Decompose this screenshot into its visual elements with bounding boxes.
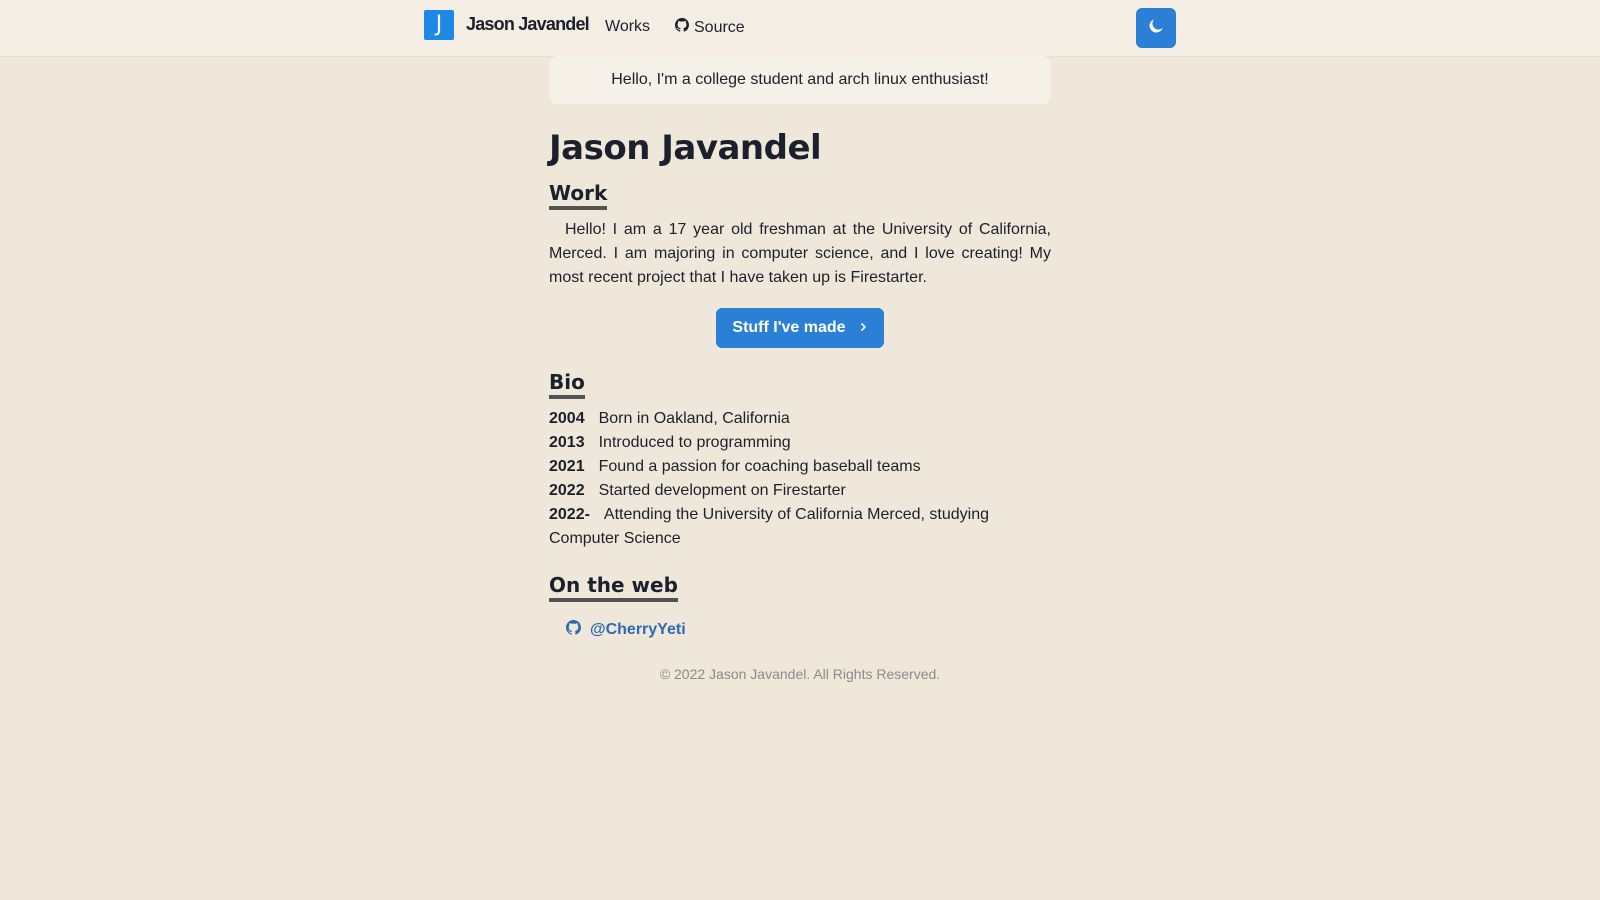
github-icon — [675, 18, 689, 37]
cta-wrapper: Stuff I've made — [549, 307, 1051, 348]
bio-text: Started development on Firestarter — [598, 481, 846, 499]
work-description: Hello! I am a 17 year old freshman at th… — [549, 220, 1051, 286]
moon-icon — [1148, 18, 1164, 39]
nav-link-source-label: Source — [694, 18, 745, 36]
bio-year: 2004 — [549, 409, 585, 427]
bio-text: Found a passion for coaching baseball te… — [598, 457, 921, 475]
github-profile-label: @CherryYeti — [590, 620, 686, 638]
bio-year: 2022- — [549, 505, 590, 523]
bio-list: 2004 Born in Oakland, California 2013 Intr… — [549, 407, 1051, 551]
stuff-ive-made-label: Stuff I've made — [732, 318, 846, 336]
greeting-banner: Hello, I'm a college student and arch li… — [549, 56, 1051, 104]
bio-item: 2004 Born in Oakland, California — [549, 407, 1051, 431]
page-title: Jason Javandel — [549, 128, 822, 168]
bio-text: Introduced to programming — [598, 433, 791, 451]
theme-toggle-button[interactable] — [1136, 8, 1176, 48]
bio-item: 2021 Found a passion for coaching basebal… — [549, 455, 1051, 479]
logo-icon[interactable]: J — [424, 10, 454, 40]
bio-item: 2022 Started development on Firestarter — [549, 479, 1051, 503]
bio-item: 2013 Introduced to programming — [549, 431, 1051, 455]
main-content: Hello, I'm a college student and arch li… — [549, 56, 1051, 682]
bio-heading: Bio — [549, 370, 585, 399]
chevron-right-icon — [858, 319, 868, 337]
nav-link-source[interactable]: Source — [675, 18, 745, 37]
github-profile-link[interactable]: @CherryYeti — [566, 616, 1051, 644]
bio-text: Born in Oakland, California — [598, 409, 790, 427]
navbar: J Jason Javandel Works Source — [0, 0, 1600, 56]
stuff-ive-made-button[interactable]: Stuff I've made — [716, 307, 884, 348]
brand-name[interactable]: Jason Javandel — [466, 14, 590, 35]
bio-year: 2013 — [549, 433, 585, 451]
bio-text: Attending the University of California M… — [549, 505, 989, 547]
bio-year: 2022 — [549, 481, 585, 499]
navbar-inner: J Jason Javandel Works Source — [424, 0, 1176, 56]
bio-year: 2021 — [549, 457, 585, 475]
github-icon — [566, 619, 581, 640]
bio-item: 2022- Attending the University of Califor… — [549, 503, 1051, 551]
work-heading: Work — [549, 181, 608, 210]
nav-link-works[interactable]: Works — [605, 18, 650, 36]
on-the-web-heading: On the web — [549, 573, 678, 602]
footer-copyright: © 2022 Jason Javandel. All Rights Reserv… — [659, 665, 941, 682]
